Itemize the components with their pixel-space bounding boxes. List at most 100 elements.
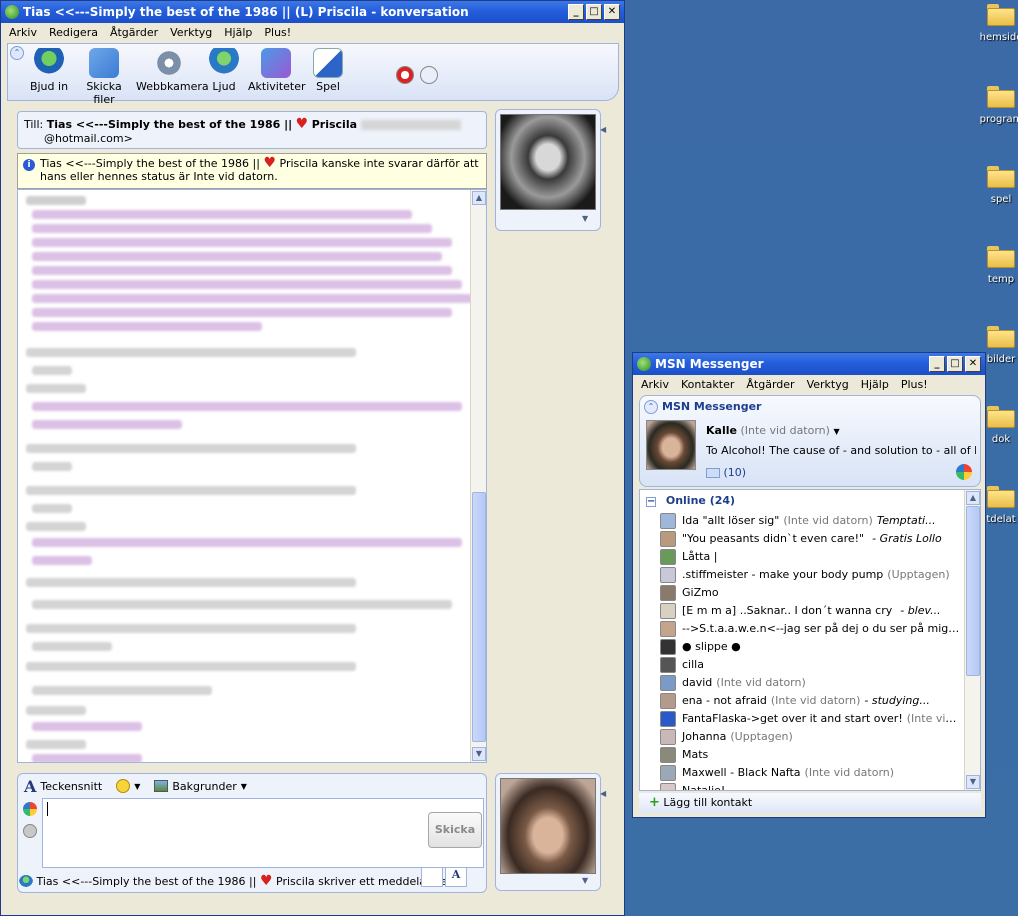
collapse-icon[interactable]: ⌃ [644,400,658,414]
audio-button[interactable]: Ljud [204,48,244,93]
desktop-folder-temp[interactable]: temp [966,246,1018,285]
font-icon[interactable]: A [24,777,36,796]
scroll-up-arrow[interactable]: ▲ [966,491,980,505]
change-display-picture-icon[interactable] [420,66,438,84]
close-button[interactable]: ✕ [965,356,981,372]
desktop-folder-hemsido[interactable]: hemsido [966,4,1018,43]
personal-message-line[interactable]: To Alcohol! The cause of - and solution … [706,444,976,457]
blurred-message-line [32,224,432,233]
maximize-button[interactable]: □ [947,356,963,372]
contact-row[interactable]: david (Inte vid datorn) [660,674,962,692]
emoticon-icon[interactable] [116,779,131,793]
menu-arkiv[interactable]: Arkiv [641,375,669,394]
user-name-line[interactable]: Kalle (Inte vid datorn) ▼ [706,424,840,437]
chevron-left-icon[interactable]: ◀ [600,789,608,803]
contact-row[interactable]: .stiffmeister - make your body pump (Uppt… [660,566,962,584]
contact-row[interactable]: [E m m a] ..Saknar.. I don´t wanna cry - … [660,602,962,620]
group-name: Online (24) [665,494,736,507]
contact-row[interactable]: Låtta | [660,548,962,566]
collapse-group-icon[interactable]: − [646,497,656,507]
menu-arkiv[interactable]: Arkiv [9,23,37,42]
contact-status: (Upptagen) [730,730,793,743]
contact-row[interactable]: Maxwell - Black Nafta (Inte vid datorn) [660,764,962,782]
contact-row[interactable]: GiZmo [660,584,962,602]
block-icon[interactable] [396,66,414,84]
scroll-up-arrow[interactable]: ▲ [472,191,486,205]
contact-status: (Inte vid d... [906,712,962,725]
contact-row[interactable]: FantaFlaska->get over it and start over!… [660,710,962,728]
blurred-message-line [32,538,462,547]
chevron-down-icon[interactable]: ▼ [582,214,588,223]
minimize-button[interactable]: _ [929,356,945,372]
menu-atgarder[interactable]: Åtgärder [110,23,158,42]
menu-plus[interactable]: Plus! [901,375,928,394]
scroll-thumb[interactable] [472,492,486,742]
scroll-down-arrow[interactable]: ▼ [966,775,980,789]
nudge-icon[interactable] [23,824,37,838]
mail-link[interactable]: (10) [706,466,746,479]
toolbar-collapse-icon[interactable]: ⌃ [10,46,24,60]
chat-history[interactable]: ▲ ▼ [17,189,487,763]
chevron-down-icon[interactable]: ▼ [241,782,247,791]
blurred-message-line [32,686,212,695]
text-mode-icon[interactable]: A [445,867,467,887]
menu-plus[interactable]: Plus! [264,23,291,42]
menu-verktyg[interactable]: Verktyg [807,375,849,394]
background-icon[interactable] [154,780,169,792]
menu-hjalp[interactable]: Hjälp [224,23,252,42]
group-header-online[interactable]: − Online (24) [646,494,735,507]
contact-row[interactable]: Mats [660,746,962,764]
desktop-folder-spel[interactable]: spel [966,166,1018,205]
scroll-thumb[interactable] [966,506,980,676]
contact-personal-message: Temptati... [876,514,936,527]
scroll-down-arrow[interactable]: ▼ [472,747,486,761]
contact-row[interactable]: cilla [660,656,962,674]
maximize-button[interactable]: □ [586,4,602,20]
invite-button[interactable]: Bjud in [26,48,72,93]
desktop-folder-program[interactable]: program [966,86,1018,125]
contact-list-scrollbar[interactable]: ▲ ▼ [964,490,980,790]
contact-row[interactable]: Johanna (Upptagen) [660,728,962,746]
chevron-left-icon[interactable]: ◀ [600,125,608,139]
contact-row[interactable]: ena - not afraid (Inte vid datorn) - study… [660,692,962,710]
minimize-button[interactable]: _ [568,4,584,20]
contact-display-picture-box: ▼ [495,109,601,231]
menu-verktyg[interactable]: Verktyg [170,23,212,42]
handwriting-icon[interactable] [421,867,443,887]
chevron-down-icon[interactable]: ▼ [582,876,588,885]
contact-name: ena - not afraid [682,694,767,707]
games-button[interactable]: Spel [308,48,348,93]
menu-kontakter[interactable]: Kontakter [681,375,734,394]
font-button[interactable]: Teckensnitt [40,780,102,793]
background-button[interactable]: Bakgrunder [172,780,236,793]
contact-row[interactable]: ● slippe ● [660,638,962,656]
contact-row[interactable]: "You peasants didn`t even care!" - Gratis… [660,530,962,548]
conversation-titlebar[interactable]: Tias <<---Simply the best of the 1986 ||… [1,1,624,23]
send-files-button[interactable]: Skicka filer [74,48,134,106]
menu-redigera[interactable]: Redigera [49,23,98,42]
activities-button[interactable]: Aktiviteter [248,48,306,93]
blurred-message-line [26,578,356,587]
menu-hjalp[interactable]: Hjälp [861,375,889,394]
add-contact-link[interactable]: + Lägg till kontakt [639,793,981,813]
messenger-titlebar[interactable]: MSN Messenger _ □ ✕ [633,353,985,375]
close-button[interactable]: ✕ [604,4,620,20]
webcam-button[interactable]: Webbkamera [136,48,209,93]
contact-row[interactable]: Natalie! [660,782,962,790]
webcam-icon [154,48,184,78]
contact-display-picture [500,114,596,210]
send-button[interactable]: Skicka [428,812,482,848]
desktop-folder-label: temp [987,274,1015,285]
user-display-picture[interactable] [646,420,696,470]
contact-row[interactable]: Ida "allt löser sig" (Inte vid datorn) Tem… [660,512,962,530]
chat-scrollbar[interactable]: ▲ ▼ [470,190,486,762]
blurred-message-line [26,740,86,749]
menu-atgarder[interactable]: Åtgärder [746,375,794,394]
contact-list[interactable]: − Online (24) Ida "allt löser sig" (Inte … [639,489,981,791]
user-name: Kalle [706,424,737,437]
to-email: @hotmail.com> [44,132,133,145]
chevron-down-icon[interactable]: ▼ [134,782,140,791]
contact-row[interactable]: -->S.t.a.a.w.e.n<--jag ser på dej o du s… [660,620,962,638]
message-input[interactable] [42,798,484,868]
blurred-message-line [26,706,86,715]
